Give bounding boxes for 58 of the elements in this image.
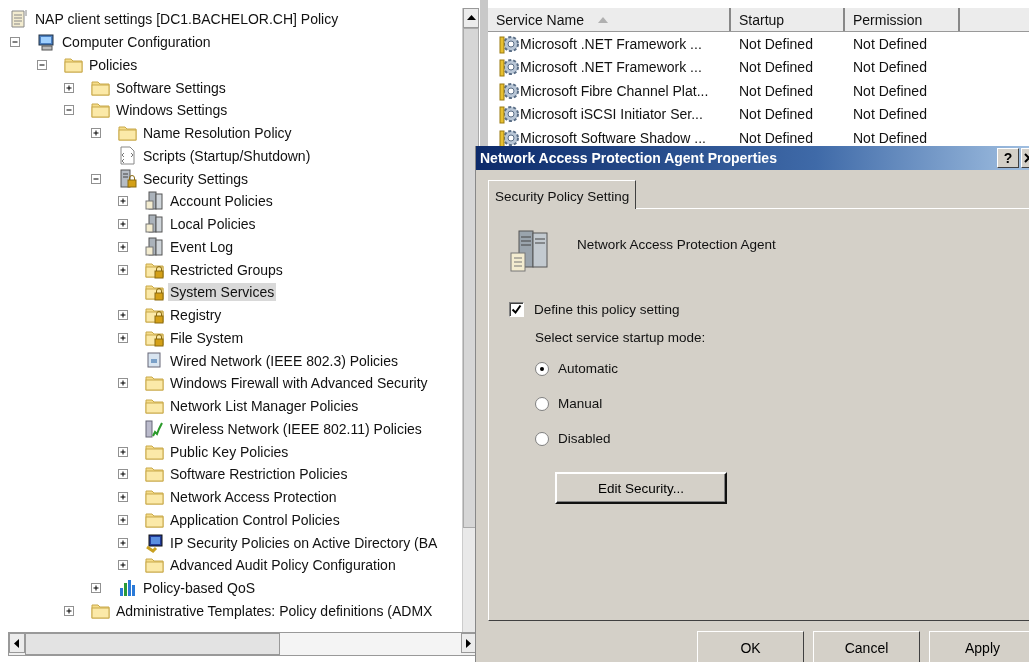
column-header[interactable]: Startup [731, 8, 845, 31]
startup-cell-text: Not Defined [738, 82, 814, 99]
tree-item[interactable]: Public Key Policies [168, 442, 291, 461]
cancel-button[interactable]: Cancel [813, 631, 920, 662]
column-header[interactable]: Permission [845, 8, 960, 31]
tree-item[interactable]: Scripts (Startup/Shutdown) [141, 146, 313, 165]
tree-item[interactable]: Software Restriction Policies [168, 465, 350, 484]
dialog-title: Network Access Protection Agent Properties [480, 150, 778, 166]
radio-label: Manual [558, 396, 603, 411]
tree-item[interactable]: Account Policies [168, 192, 275, 211]
startup-mode-label: Select service startup mode: [535, 330, 707, 345]
permission-cell-text: Not Defined [852, 82, 928, 99]
tree-item[interactable]: Administrative Templates: Policy definitions (ADMX [114, 601, 435, 620]
tree-item[interactable]: System Services [168, 283, 277, 302]
tree-item[interactable]: Advanced Audit Policy Configuration [168, 556, 398, 575]
tree-item[interactable]: Windows Firewall with Advanced Security [168, 374, 430, 393]
radio-label: Automatic [558, 361, 619, 376]
service-name-cell[interactable]: Microsoft Software Shadow ... [520, 129, 706, 146]
permission-cell-text: Not Defined [852, 129, 928, 146]
startup-cell-text: Not Defined [738, 59, 814, 76]
tree-item[interactable]: Security Settings [141, 169, 251, 188]
service-name-cell[interactable]: Microsoft Fibre Channel Plat... [520, 82, 709, 99]
radio-label: Disabled [558, 431, 611, 446]
tree-item[interactable]: Software Settings [114, 78, 228, 97]
checkbox-label: Define this policy setting [534, 302, 680, 317]
tree-item[interactable]: Policies [87, 55, 140, 74]
tree-item[interactable]: Computer Configuration [60, 33, 213, 52]
help-button[interactable]: ? [997, 148, 1019, 168]
tree-item[interactable]: Event Log [168, 237, 236, 256]
tree-item[interactable]: Restricted Groups [168, 260, 285, 279]
tree-item[interactable]: Local Policies [168, 215, 258, 234]
tree-item[interactable]: IP Security Policies on Active Directory (BA [168, 533, 440, 552]
tree-item[interactable]: Wireless Network (IEEE 802.11) Policies [168, 419, 424, 438]
tree-item[interactable]: Wired Network (IEEE 802.3) Policies [168, 351, 400, 370]
tree-item[interactable]: Application Control Policies [168, 510, 342, 529]
startup-cell-text: Not Defined [738, 35, 814, 52]
tree-item[interactable]: Registry [168, 306, 224, 325]
tree-root-label[interactable]: NAP client settings [DC1.BACHELOR.CH] Policy [33, 10, 341, 29]
tree-item[interactable]: Network List Manager Policies [168, 397, 361, 416]
tree-item[interactable]: Network Access Protection [168, 488, 339, 507]
tree-item[interactable]: Name Resolution Policy [141, 124, 294, 143]
permission-cell-text: Not Defined [852, 59, 928, 76]
tab[interactable]: Security Policy Setting [488, 180, 637, 209]
service-name-cell[interactable]: Microsoft .NET Framework ... [520, 59, 702, 76]
column-header[interactable]: Service Name [488, 8, 731, 31]
startup-cell-text: Not Defined [738, 106, 814, 123]
startup-cell-text: Not Defined [738, 129, 814, 146]
apply-button[interactable]: Apply [929, 631, 1029, 662]
edit-security-button[interactable]: Edit Security... [555, 472, 727, 504]
permission-cell-text: Not Defined [852, 35, 928, 52]
tree-item[interactable]: Policy-based QoS [141, 579, 258, 598]
permission-cell-text: Not Defined [852, 106, 928, 123]
tree-item[interactable]: Windows Settings [114, 101, 230, 120]
tree-item[interactable]: File System [168, 328, 246, 347]
service-name: Network Access Protection Agent [577, 236, 776, 252]
service-name-cell[interactable]: Microsoft iSCSI Initiator Ser... [520, 106, 703, 123]
service-name-cell[interactable]: Microsoft .NET Framework ... [520, 35, 702, 52]
ok-button[interactable]: OK [697, 631, 804, 662]
